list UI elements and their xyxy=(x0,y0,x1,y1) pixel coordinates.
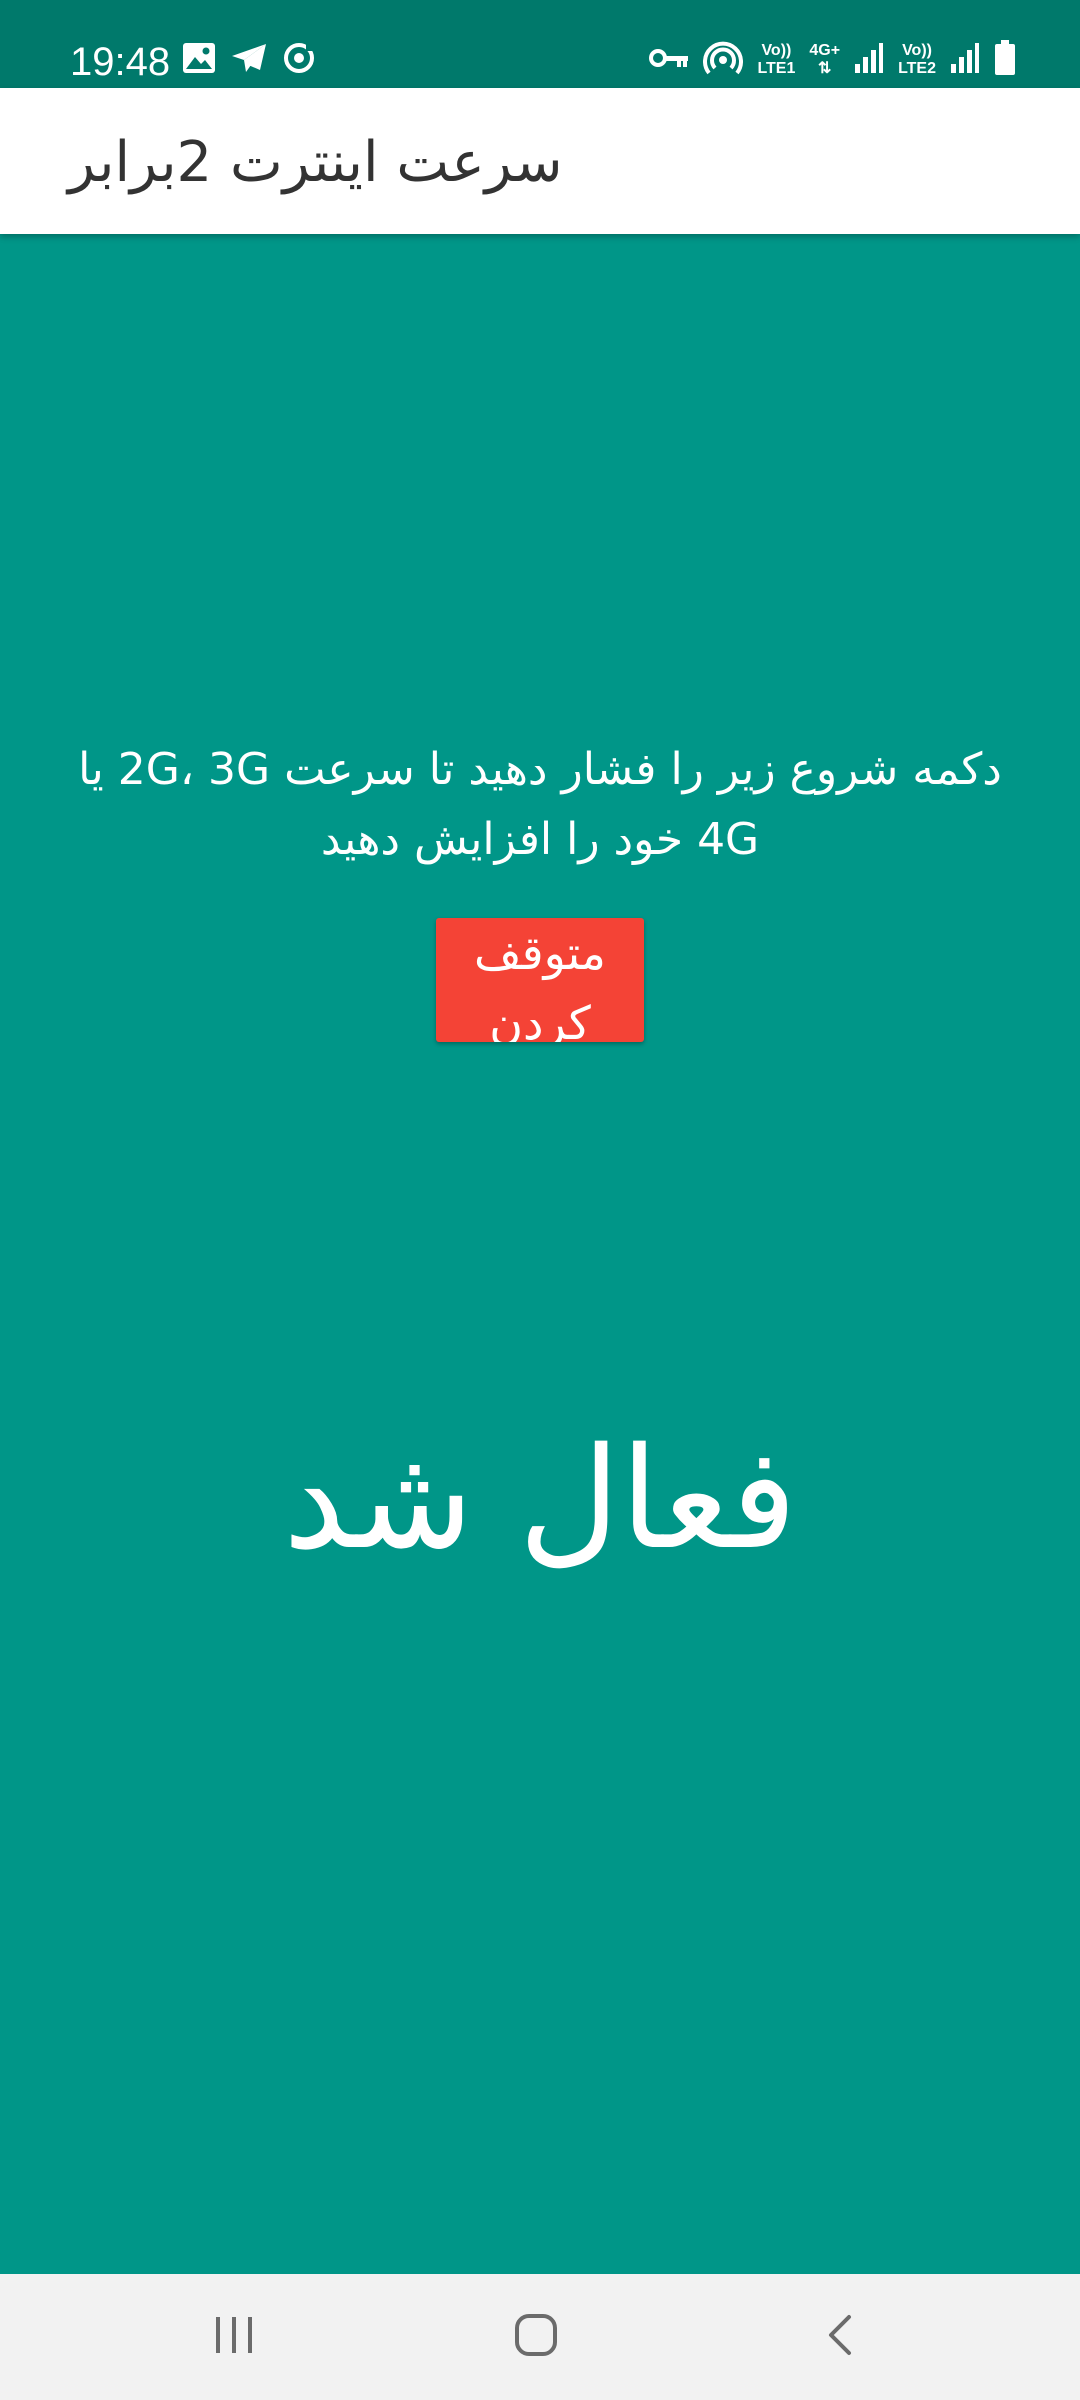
sim1-label-top: Vo)) xyxy=(761,42,792,59)
recents-icon xyxy=(212,2315,256,2359)
back-icon xyxy=(825,2313,855,2361)
sim1-label-bottom: LTE1 xyxy=(757,60,796,77)
activation-status-text: فعال شد xyxy=(282,1418,798,1581)
sim2-label: Vo)) LTE2 xyxy=(898,42,936,78)
sync-icon xyxy=(282,41,316,79)
app-bar: سرعت اینترت 2برابر xyxy=(0,88,1080,234)
vpn-key-icon xyxy=(649,46,689,74)
screen: 19:48 Vo)) LTE1 4G+ ⇅ Vo)) LTE2 سرعت این… xyxy=(0,0,1080,2400)
stop-button[interactable]: متوقف کردن xyxy=(436,918,644,1042)
status-left-icons xyxy=(182,40,316,80)
status-bar: 19:48 Vo)) LTE1 4G+ ⇅ Vo)) LTE2 xyxy=(0,0,1080,88)
app-title: سرعت اینترت 2برابر xyxy=(68,130,563,195)
stop-button-label: متوقف کردن xyxy=(474,926,606,1042)
status-right-icons: Vo)) LTE1 4G+ ⇅ Vo)) LTE2 xyxy=(649,36,1016,84)
sim2-label-top: Vo)) xyxy=(902,42,932,59)
nav-bar xyxy=(0,2274,1080,2400)
signal-sim1-icon xyxy=(854,42,884,78)
hotspot-icon xyxy=(703,40,744,80)
network-type-label: 4G+ xyxy=(809,42,841,59)
data-arrows-icon: ⇅ xyxy=(818,60,832,77)
battery-icon xyxy=(994,40,1016,80)
instruction-text: دکمه شروع زیر را فشار دهید تا سرعت 2G، 3… xyxy=(78,744,1002,865)
send-icon xyxy=(230,42,268,78)
home-button[interactable] xyxy=(496,2302,576,2372)
gallery-icon xyxy=(182,42,216,78)
sim2-label-bottom: LTE2 xyxy=(898,60,936,77)
back-button[interactable] xyxy=(800,2302,880,2372)
recents-button[interactable] xyxy=(194,2302,274,2372)
status-time: 19:48 xyxy=(70,40,171,84)
signal-sim2-icon xyxy=(950,42,980,78)
home-icon xyxy=(514,2313,558,2361)
network-type: 4G+ ⇅ xyxy=(809,42,840,78)
sim1-label: Vo)) LTE1 xyxy=(757,42,795,78)
